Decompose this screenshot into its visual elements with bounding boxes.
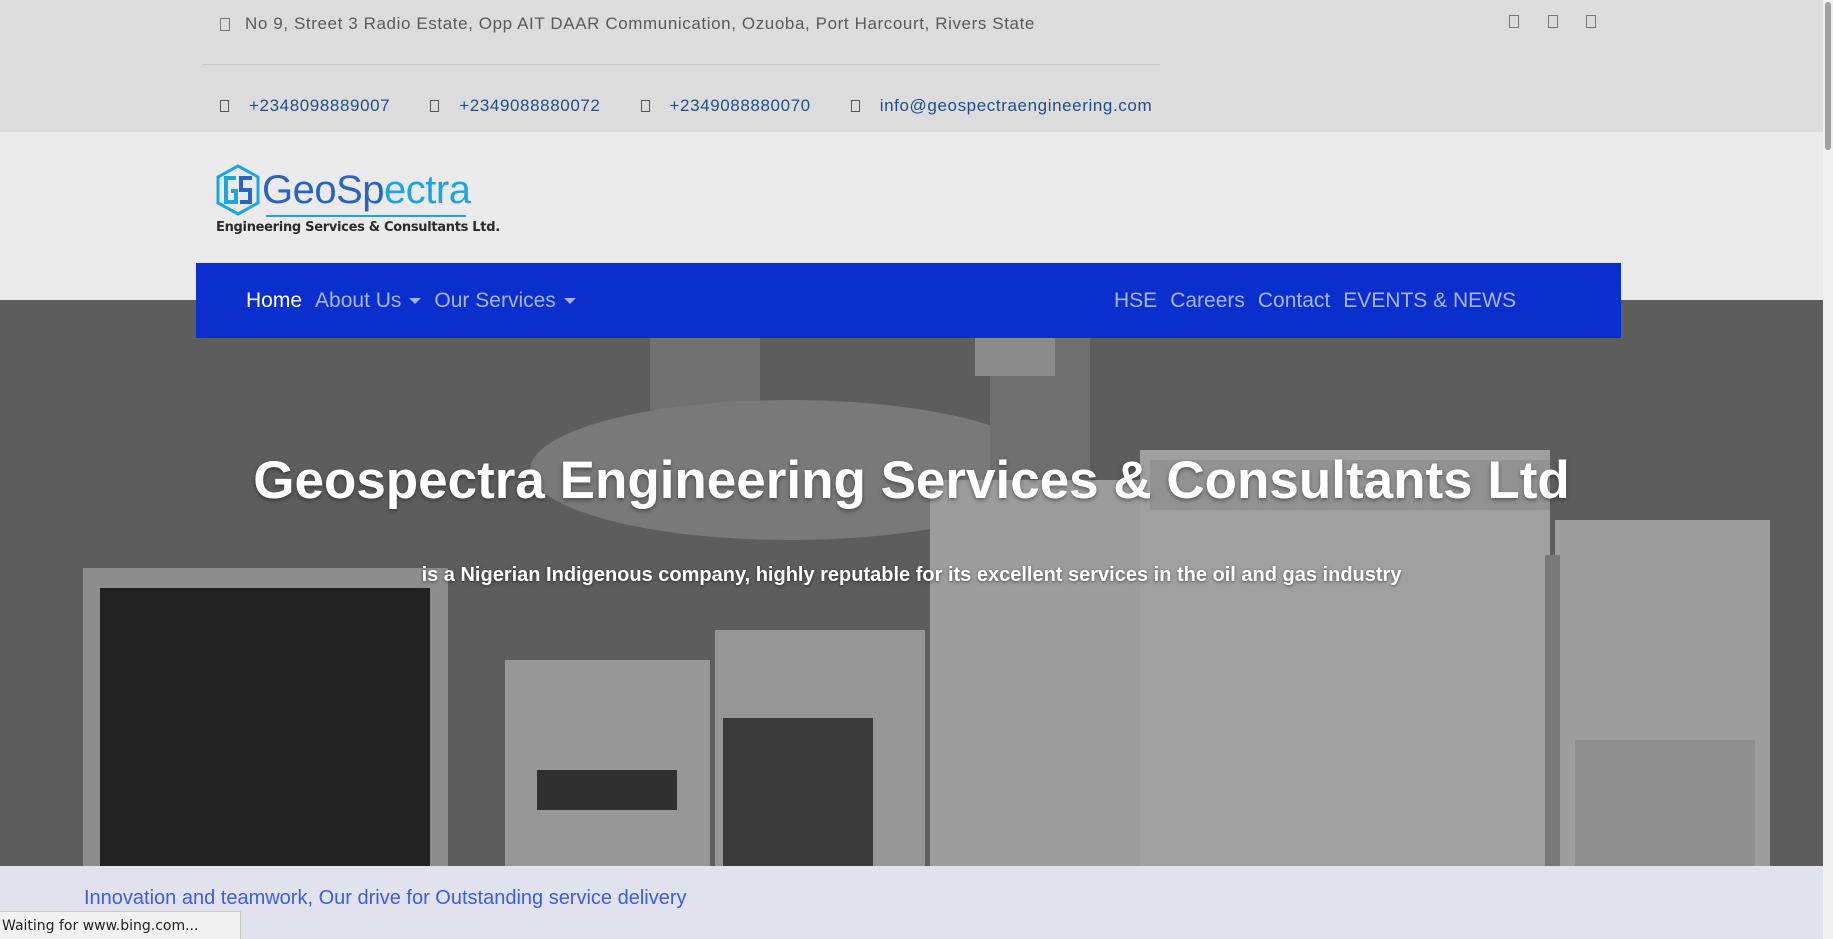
logo-underline [266,215,466,217]
logo-subtitle: Engineering Services & Consultants Ltd. [216,220,500,235]
email-contact[interactable]: info@geospectraengineering.com [850,96,1152,116]
nav-right-group: HSE Careers Contact EVENTS & NEWS [1114,263,1529,338]
nav-about-label: About Us [315,288,402,312]
contact-row: +2348098889007 +2349088880072 +234908888… [220,96,1192,116]
nav-hse-label: HSE [1114,288,1158,312]
linkedin-icon[interactable] [1586,15,1596,28]
nav-careers-label: Careers [1170,288,1245,312]
nav-events-news[interactable]: EVENTS & NEWS [1343,289,1516,313]
twitter-icon[interactable] [1548,15,1558,28]
nav-left-group: Home About Us Our Services [246,263,589,338]
address-text: No 9, Street 3 Radio Estate, Opp AIT DAA… [245,14,1035,33]
caret-down-icon [563,297,576,304]
address-row: No 9, Street 3 Radio Estate, Opp AIT DAA… [220,14,1035,34]
nav-contact[interactable]: Contact [1258,289,1330,313]
phone-1[interactable]: +2348098889007 [220,96,390,116]
phone-2[interactable]: +2349088880072 [430,96,600,116]
facebook-icon[interactable] [1509,15,1519,28]
map-marker-icon [220,17,230,31]
hero-title: Geospectra Engineering Services & Consul… [253,451,1570,510]
main-navigation: Home About Us Our Services HSE Careers C… [196,263,1621,338]
browser-status-bar: Waiting for www.bing.com... [0,911,241,939]
nav-hse[interactable]: HSE [1114,289,1157,313]
nav-about-dropdown[interactable]: About Us [315,288,422,313]
phone-icon [220,100,229,112]
tagline-text: Innovation and teamwork, Our drive for O… [84,887,687,909]
site-logo[interactable]: GeoSpectra Engineering Services & Consul… [214,164,500,235]
phone-icon [640,100,650,112]
caret-down-icon [409,297,422,304]
envelope-icon [850,100,860,112]
hero-subtitle: is a Nigerian Indigenous company, highly… [421,564,1402,586]
phone-1-text[interactable]: +2348098889007 [249,96,390,116]
phone-3[interactable]: +2349088880070 [640,96,811,116]
top-contact-bar: No 9, Street 3 Radio Estate, Opp AIT DAA… [0,0,1823,132]
nav-contact-label: Contact [1257,288,1331,312]
nav-events-label: EVENTS & NEWS [1343,288,1516,312]
topbar-divider [203,64,1160,65]
nav-home[interactable]: Home [246,289,302,313]
phone-2-text[interactable]: +2349088880072 [459,96,600,116]
nav-services-dropdown[interactable]: Our Services [434,288,576,313]
email-text[interactable]: info@geospectraengineering.com [880,96,1152,116]
phone-icon [430,100,440,112]
logo-word-part1: GeoSp [262,168,385,212]
nav-careers[interactable]: Careers [1170,289,1245,313]
logo-wordmark: GeoSpectra [262,168,471,213]
hero-banner: Geospectra Engineering Services & Consul… [0,300,1823,866]
logo-word-part2: ectra [384,168,471,212]
gs-logo-mark-icon [216,164,260,216]
nav-services-label: Our Services [434,288,556,312]
scrollbar-thumb[interactable] [1825,2,1831,150]
page-scrollbar[interactable] [1823,0,1833,939]
tagline-band: Innovation and teamwork, Our drive for O… [0,866,1823,939]
nav-home-label: Home [246,288,303,312]
phone-3-text[interactable]: +2349088880070 [670,96,811,116]
